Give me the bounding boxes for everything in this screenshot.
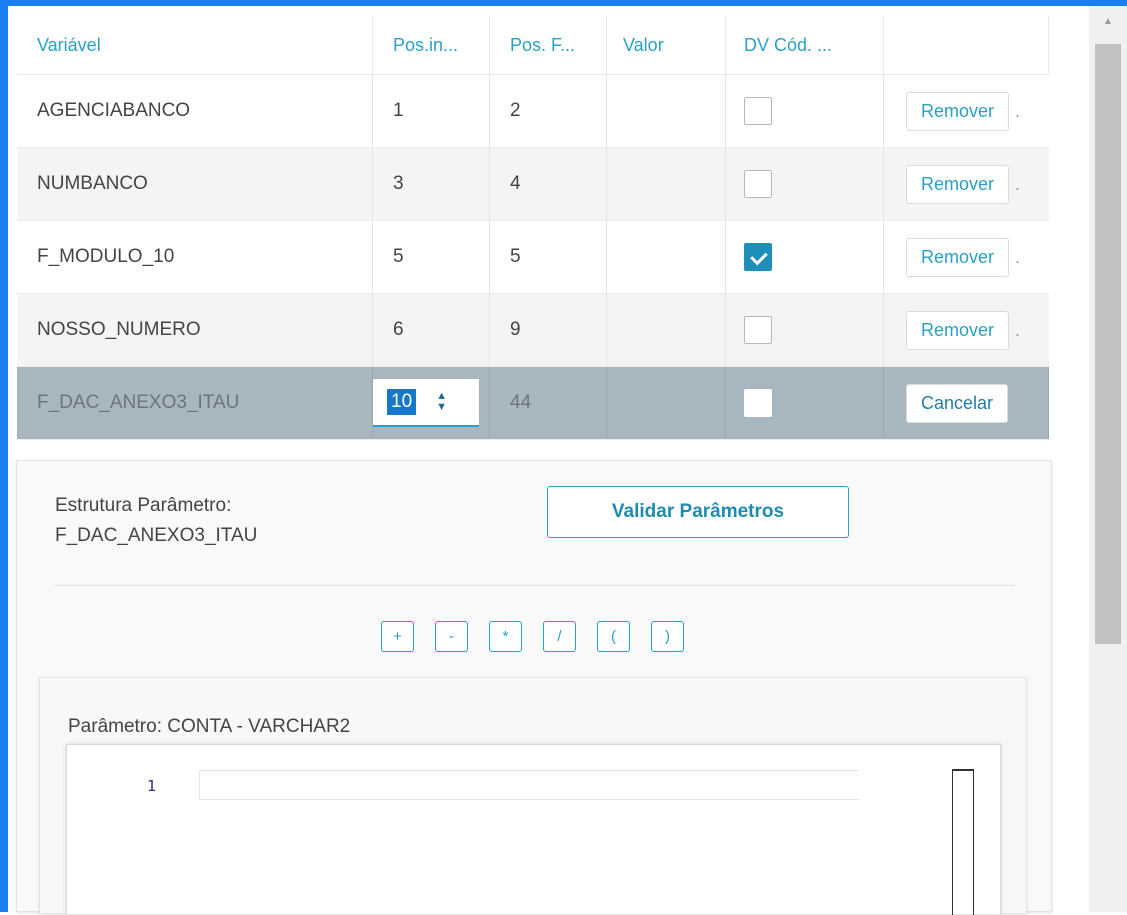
cell-action: Remover. bbox=[884, 75, 1049, 147]
structure-label-block: Estrutura Parâmetro: F_DAC_ANEXO3_ITAU bbox=[55, 491, 257, 551]
dv-checkbox[interactable] bbox=[744, 170, 772, 198]
overflow-marker: . bbox=[1015, 246, 1021, 267]
cell-variavel: AGENCIABANCO bbox=[17, 75, 373, 147]
cell-action: Remover. bbox=[884, 148, 1049, 220]
table-row[interactable]: NOSSO_NUMERO 6 9 Remover. bbox=[17, 294, 1049, 367]
cancel-button[interactable]: Cancelar bbox=[906, 383, 1009, 423]
table-row[interactable]: AGENCIABANCO 1 2 Remover. bbox=[17, 75, 1049, 148]
cell-dv bbox=[726, 221, 884, 293]
operator-minus-button[interactable]: - bbox=[435, 621, 468, 652]
cell-variavel: F_DAC_ANEXO3_ITAU bbox=[17, 367, 373, 439]
cell-variavel: NUMBANCO bbox=[17, 148, 373, 220]
operator-divide-button[interactable]: / bbox=[543, 621, 576, 652]
spinner-arrows-icon[interactable]: ▲ ▼ bbox=[436, 391, 447, 413]
cell-pos-ini: 6 bbox=[373, 294, 490, 366]
cell-pos-ini: 1 bbox=[373, 75, 490, 147]
parameter-card: Parâmetro: CONTA - VARCHAR2 1 bbox=[39, 677, 1027, 915]
operator-close-paren-button[interactable]: ) bbox=[651, 621, 684, 652]
cell-dv bbox=[726, 367, 884, 439]
dv-checkbox[interactable] bbox=[744, 389, 772, 417]
pos-ini-stepper[interactable]: 10 ▲ ▼ bbox=[373, 379, 479, 427]
cell-pos-ini: 3 bbox=[373, 148, 490, 220]
remove-button[interactable]: Remover bbox=[906, 310, 1010, 350]
cell-dv bbox=[726, 294, 884, 366]
header-actions bbox=[884, 16, 1049, 74]
structure-label: Estrutura Parâmetro: bbox=[55, 495, 232, 516]
parameter-title: Parâmetro: CONTA - VARCHAR2 bbox=[68, 716, 351, 737]
cell-variavel: F_MODULO_10 bbox=[17, 221, 373, 293]
operator-buttons: + - * / ( ) bbox=[381, 621, 684, 652]
cell-dv bbox=[726, 75, 884, 147]
validate-parameters-button[interactable]: Validar Parâmetros bbox=[547, 486, 849, 538]
cell-action: Cancelar bbox=[884, 367, 1049, 439]
divider bbox=[55, 585, 1015, 586]
chevron-up-icon[interactable]: ▲ bbox=[1089, 16, 1127, 27]
cell-valor bbox=[607, 148, 726, 220]
cell-dv bbox=[726, 148, 884, 220]
code-line[interactable] bbox=[199, 770, 859, 800]
cell-variavel: NOSSO_NUMERO bbox=[17, 294, 373, 366]
dv-checkbox[interactable] bbox=[744, 243, 772, 271]
overflow-marker: . bbox=[1015, 100, 1021, 121]
operator-plus-button[interactable]: + bbox=[381, 621, 414, 652]
cell-pos-fim: 5 bbox=[490, 221, 607, 293]
editor-scrollbar[interactable] bbox=[952, 769, 974, 915]
cell-pos-fim[interactable]: 44 bbox=[490, 367, 607, 439]
variables-table: Variável Pos.in... Pos. F... Valor DV Có… bbox=[17, 16, 1049, 440]
table-row[interactable]: F_MODULO_10 5 5 Remover. bbox=[17, 221, 1049, 294]
cell-pos-fim: 2 bbox=[490, 75, 607, 147]
cell-pos-fim: 4 bbox=[490, 148, 607, 220]
table-header: Variável Pos.in... Pos. F... Valor DV Có… bbox=[17, 16, 1049, 75]
cell-action: Remover. bbox=[884, 221, 1049, 293]
header-dv[interactable]: DV Cód. ... bbox=[726, 16, 884, 74]
operator-open-paren-button[interactable]: ( bbox=[597, 621, 630, 652]
structure-value: F_DAC_ANEXO3_ITAU bbox=[55, 525, 258, 546]
cell-valor bbox=[607, 75, 726, 147]
cell-pos-ini: 10 ▲ ▼ bbox=[373, 367, 490, 439]
header-valor[interactable]: Valor bbox=[607, 16, 726, 74]
operator-multiply-button[interactable]: * bbox=[489, 621, 522, 652]
cell-pos-ini: 5 bbox=[373, 221, 490, 293]
cell-valor[interactable] bbox=[607, 367, 726, 439]
header-pos-ini[interactable]: Pos.in... bbox=[373, 16, 490, 74]
remove-button[interactable]: Remover bbox=[906, 91, 1010, 131]
dv-checkbox[interactable] bbox=[744, 97, 772, 125]
code-editor[interactable]: 1 bbox=[66, 744, 1001, 915]
overflow-marker: . bbox=[1015, 319, 1021, 340]
vertical-scrollbar[interactable]: ▲ bbox=[1089, 6, 1127, 912]
cell-pos-fim: 9 bbox=[490, 294, 607, 366]
parameter-structure-panel: Estrutura Parâmetro: F_DAC_ANEXO3_ITAU V… bbox=[16, 460, 1052, 915]
pos-ini-value[interactable]: 10 bbox=[387, 389, 417, 415]
overflow-marker: . bbox=[1015, 173, 1021, 194]
header-pos-fim[interactable]: Pos. F... bbox=[490, 16, 607, 74]
dv-checkbox[interactable] bbox=[744, 316, 772, 344]
line-number: 1 bbox=[147, 777, 157, 795]
header-variavel[interactable]: Variável bbox=[17, 16, 373, 74]
table-row-editing[interactable]: F_DAC_ANEXO3_ITAU 10 ▲ ▼ 44 Cancelar bbox=[17, 367, 1049, 440]
cell-action: Remover. bbox=[884, 294, 1049, 366]
cell-valor bbox=[607, 221, 726, 293]
scrollbar-thumb[interactable] bbox=[1095, 44, 1121, 644]
table-row[interactable]: NUMBANCO 3 4 Remover. bbox=[17, 148, 1049, 221]
cell-valor bbox=[607, 294, 726, 366]
remove-button[interactable]: Remover bbox=[906, 164, 1010, 204]
remove-button[interactable]: Remover bbox=[906, 237, 1010, 277]
